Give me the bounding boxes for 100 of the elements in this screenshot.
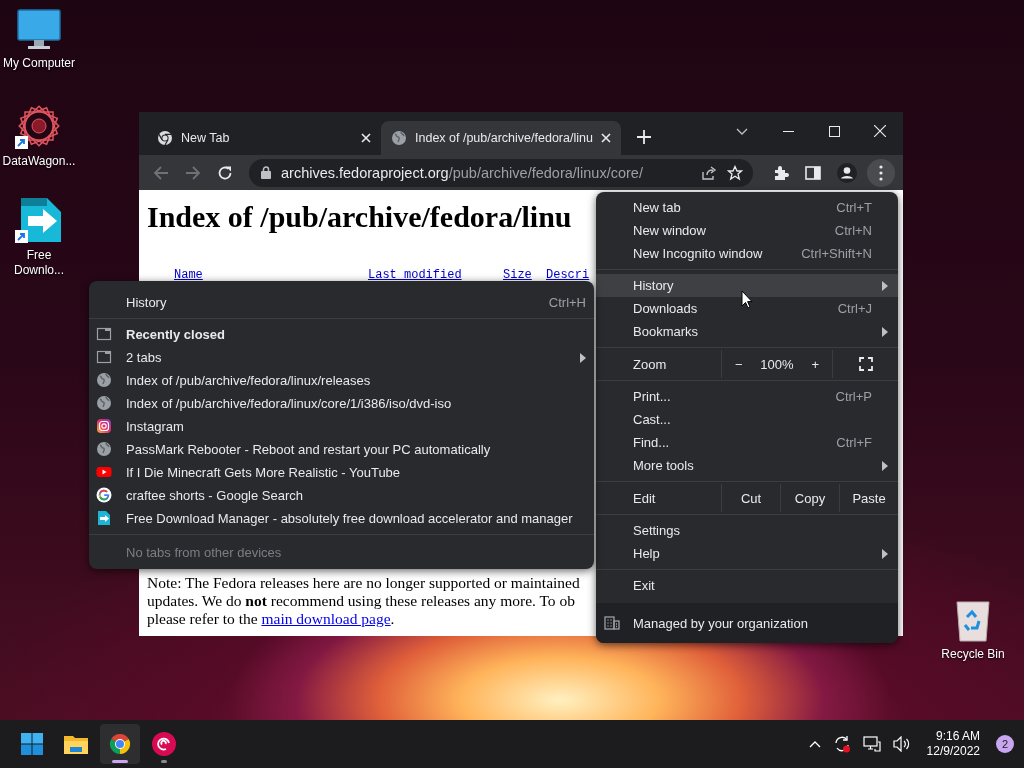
network-icon[interactable] — [862, 736, 881, 752]
chevron-down-icon — [736, 127, 748, 135]
submenu-arrow-icon — [580, 352, 586, 363]
recent-page-item[interactable]: craftee shorts - Google Search — [89, 484, 594, 507]
download-page-link[interactable]: main download page — [261, 610, 391, 627]
globe-icon — [96, 372, 112, 388]
shortcut-text: Ctrl+P — [835, 389, 872, 404]
chevron-up-icon[interactable] — [808, 740, 821, 748]
browser-tab[interactable]: Index of /pub/archive/fedora/linu — [381, 121, 621, 155]
recent-page-item[interactable]: If I Die Minecraft Gets More Realistic - YouTube — [89, 461, 594, 484]
edit-action-button[interactable]: Paste — [839, 484, 898, 512]
profile-icon[interactable] — [837, 162, 857, 183]
edit-action-button[interactable]: Cut — [721, 484, 780, 512]
desktop-icon-label: My Computer — [3, 56, 75, 71]
back-arrow-icon[interactable] — [153, 164, 169, 181]
taskbar-app-button[interactable] — [100, 724, 140, 764]
notification-badge[interactable]: 2 — [996, 735, 1014, 753]
edit-action-button[interactable]: Copy — [780, 484, 839, 512]
new-tab-plus-icon[interactable] — [636, 130, 651, 144]
submenu-arrow-icon — [882, 326, 888, 337]
recent-page-item[interactable]: Index of /pub/archive/fedora/linux/releases — [89, 369, 594, 392]
mouse-cursor-icon — [741, 290, 753, 309]
recycle-bin-icon — [953, 599, 993, 643]
star-icon[interactable] — [727, 164, 743, 181]
fullscreen-icon — [858, 357, 873, 371]
recent-page-item[interactable]: Instagram — [89, 415, 594, 438]
submenu-arrow-icon — [882, 460, 888, 471]
submenu-arrow-icon — [882, 280, 888, 291]
close-icon[interactable] — [600, 133, 611, 143]
menu-item[interactable]: Find... Ctrl+F — [596, 431, 898, 454]
sync-icon[interactable] — [832, 735, 851, 753]
chrome-logo-icon — [108, 732, 132, 756]
column-sort-link[interactable]: Last modified — [368, 268, 503, 282]
recent-page-item[interactable]: 2 tabs — [89, 346, 594, 369]
shortcut-text: Ctrl+N — [834, 223, 872, 238]
menu-item[interactable]: Help — [596, 542, 898, 565]
menu-item[interactable]: New Incognito window Ctrl+Shift+N — [596, 242, 898, 265]
submenu-arrow-icon — [882, 548, 888, 559]
building-icon — [604, 616, 620, 630]
forward-arrow-icon[interactable] — [185, 164, 201, 181]
clock-time: 9:16 AM — [935, 729, 980, 744]
desktop-shortcut[interactable]: My Computer — [0, 8, 78, 88]
show-full-history-item[interactable]: History Ctrl+H — [89, 291, 594, 314]
shortcut-text: Ctrl+H — [548, 295, 586, 310]
menu-button[interactable] — [867, 158, 895, 187]
globe-icon — [96, 441, 112, 457]
column-sort-link[interactable]: Size — [503, 268, 546, 282]
menu-item[interactable]: History — [596, 274, 898, 297]
empty-state-text: No tabs from other devices — [126, 544, 282, 560]
vertical-dots-icon — [879, 164, 883, 181]
desktop-shortcut[interactable]: Recycle Bin — [934, 599, 1012, 662]
window-icon — [96, 349, 112, 365]
maximize-icon — [828, 125, 840, 137]
desktop-shortcut[interactable]: DataWagon... — [0, 102, 78, 182]
folder-icon — [64, 734, 88, 754]
desktop-icon-label: Free Downlo... — [14, 248, 64, 278]
clock[interactable]: 9:16 AM 12/9/2022 — [922, 729, 984, 759]
address-bar[interactable]: archives.fedoraproject.org/pub/archive/fedora/linux/core/ — [249, 158, 753, 187]
url-text: archives.fedoraproject.org/pub/archive/fedora/linux/core/ — [281, 164, 643, 181]
recent-page-item[interactable]: Free Download Manager - absolutely free download accelerator and manager — [89, 507, 594, 530]
reload-icon[interactable] — [217, 164, 233, 181]
menu-item[interactable]: More tools — [596, 454, 898, 477]
youtube-logo-icon — [96, 464, 112, 480]
puzzle-piece-icon[interactable] — [773, 164, 789, 181]
share-icon[interactable] — [701, 164, 717, 181]
menu-item[interactable]: New tab Ctrl+T — [596, 196, 898, 219]
menu-item[interactable]: Bookmarks — [596, 320, 898, 343]
zoom-in-button[interactable]: + — [803, 356, 828, 372]
menu-item[interactable]: New window Ctrl+N — [596, 219, 898, 242]
column-sort-link[interactable]: Descri — [546, 268, 590, 282]
recent-page-item[interactable]: Index of /pub/archive/fedora/linux/core/1/i386/iso/dvd-iso — [89, 392, 594, 415]
menu-item[interactable]: Print... Ctrl+P — [596, 385, 898, 408]
google-logo-icon — [96, 487, 112, 503]
menu-item[interactable]: Cast... — [596, 408, 898, 431]
windows-logo-icon — [21, 733, 43, 755]
minimize-icon — [782, 130, 794, 132]
menu-item[interactable]: Settings — [596, 519, 898, 542]
shortcut-text: Ctrl+F — [836, 435, 872, 450]
volume-icon[interactable] — [892, 736, 911, 752]
desktop-icon-label: DataWagon... — [2, 154, 76, 169]
recent-page-item[interactable]: PassMark Rebooter - Reboot and restart your PC automatically — [89, 438, 594, 461]
browser-tab[interactable]: New Tab — [147, 121, 381, 155]
menu-item[interactable]: Downloads Ctrl+J — [596, 297, 898, 320]
close-icon[interactable] — [361, 133, 371, 143]
globe-icon — [96, 395, 112, 411]
arrow-logo-icon — [96, 510, 112, 526]
column-sort-link[interactable]: Name — [174, 268, 368, 282]
clock-date: 12/9/2022 — [926, 744, 980, 759]
menu-item-label: Edit — [632, 489, 657, 508]
zoom-out-button[interactable]: − — [726, 356, 751, 372]
side-panel-icon[interactable] — [805, 164, 821, 181]
menu-item-label: Zoom — [632, 355, 668, 374]
globe-icon — [391, 130, 407, 146]
window-icon — [96, 326, 112, 342]
chrome-logo-icon — [157, 130, 173, 146]
menu-item[interactable]: Exit — [596, 574, 898, 597]
desktop-shortcut[interactable]: Free Downlo... — [0, 196, 78, 278]
page-heading: Index of /pub/archive/fedora/linu — [147, 200, 572, 234]
shortcut-text: Ctrl+Shift+N — [801, 246, 872, 261]
tab-title: New Tab — [181, 131, 231, 145]
